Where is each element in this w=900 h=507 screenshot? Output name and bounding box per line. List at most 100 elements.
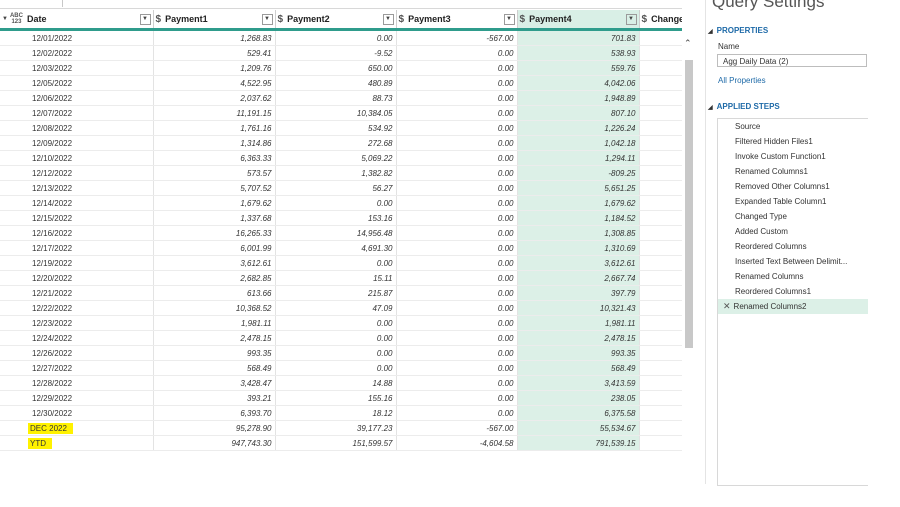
row-menu-icon[interactable]: ▼ <box>2 16 8 22</box>
filter-dropdown-icon[interactable]: ▼ <box>625 13 637 25</box>
payment-cell[interactable]: 993.35 <box>517 345 640 361</box>
filter-dropdown-icon[interactable]: ▼ <box>382 13 394 25</box>
payment-cell[interactable]: 2,478.15 <box>517 330 640 346</box>
payment-cell[interactable]: 0.00 <box>396 135 518 151</box>
payment-cell[interactable]: 1,314.86 <box>153 135 276 151</box>
currency-type-icon[interactable]: $ <box>278 14 284 25</box>
applied-step-item[interactable]: Renamed Columns1 <box>718 164 868 179</box>
payment-cell[interactable]: 1,679.62 <box>517 195 640 211</box>
payment-cell[interactable]: 5,069.22 <box>275 150 397 166</box>
payment-cell[interactable]: -4,604.58 <box>396 435 518 451</box>
payment-cell[interactable]: 568.49 <box>517 360 640 376</box>
table-row[interactable]: 12/13/2022 5,707.52 56.27 0.00 5,651.25 <box>0 180 682 196</box>
payment-cell[interactable]: 0.00 <box>396 390 518 406</box>
table-row[interactable]: 12/29/2022 393.21 155.16 0.00 238.05 <box>0 390 682 406</box>
payment-cell[interactable]: 559.76 <box>517 60 640 76</box>
payment-cell[interactable]: 10,384.05 <box>275 105 397 121</box>
payment-cell[interactable]: 0.00 <box>396 285 518 301</box>
change-cell[interactable] <box>639 285 682 301</box>
date-cell[interactable]: 12/19/2022 <box>0 255 154 271</box>
table-row[interactable]: 12/14/2022 1,679.62 0.00 0.00 1,679.62 <box>0 195 682 211</box>
payment-cell[interactable]: 238.05 <box>517 390 640 406</box>
date-cell[interactable]: 12/09/2022 <box>0 135 154 151</box>
payment-cell[interactable]: 393.21 <box>153 390 276 406</box>
table-row[interactable]: 12/19/2022 3,612.61 0.00 0.00 3,612.61 <box>0 255 682 271</box>
filter-dropdown-icon[interactable]: ▼ <box>139 13 151 25</box>
payment-cell[interactable]: 155.16 <box>275 390 397 406</box>
payment-cell[interactable]: 2,478.15 <box>153 330 276 346</box>
change-cell[interactable] <box>639 420 682 436</box>
payment-cell[interactable]: 650.00 <box>275 60 397 76</box>
table-row[interactable]: 12/08/2022 1,761.16 534.92 0.00 1,226.24 <box>0 120 682 136</box>
date-cell[interactable]: 12/21/2022 <box>0 285 154 301</box>
payment-cell[interactable]: 0.00 <box>396 90 518 106</box>
column-header-change-in[interactable]: $ Change in <box>639 10 682 31</box>
table-row[interactable]: 12/02/2022 529.41 -9.52 0.00 538.93 <box>0 45 682 61</box>
payment-cell[interactable]: 1,310.69 <box>517 240 640 256</box>
payment-cell[interactable]: 3,428.47 <box>153 375 276 391</box>
change-cell[interactable] <box>639 405 682 421</box>
payment-cell[interactable]: 0.00 <box>396 375 518 391</box>
summary-row[interactable]: DEC 2022 95,278.90 39,177.23 -567.00 55,534.… <box>0 420 682 436</box>
properties-section-header[interactable]: ◢ PROPERTIES <box>708 26 768 35</box>
change-cell[interactable] <box>639 60 682 76</box>
payment-cell[interactable]: 2,037.62 <box>153 90 276 106</box>
column-header-date[interactable]: ▼ ABC 123 Date ▼ <box>0 10 154 31</box>
filter-dropdown-icon[interactable]: ▼ <box>503 13 515 25</box>
payment-cell[interactable]: 3,413.59 <box>517 375 640 391</box>
payment-cell[interactable]: 0.00 <box>275 29 397 46</box>
payment-cell[interactable]: 0.00 <box>396 360 518 376</box>
applied-step-item[interactable]: ✕ Renamed Columns2 <box>718 299 868 314</box>
payment-cell[interactable]: 5,651.25 <box>517 180 640 196</box>
payment-cell[interactable]: -809.25 <box>517 165 640 181</box>
payment-cell[interactable]: 88.73 <box>275 90 397 106</box>
date-cell[interactable]: 12/05/2022 <box>0 75 154 91</box>
table-row[interactable]: 12/17/2022 6,001.99 4,691.30 0.00 1,310.69 <box>0 240 682 256</box>
payment-cell[interactable]: 1,382.82 <box>275 165 397 181</box>
payment-cell[interactable]: 538.93 <box>517 45 640 61</box>
payment-cell[interactable]: 0.00 <box>396 60 518 76</box>
date-cell[interactable]: DEC 2022 <box>0 420 154 436</box>
date-cell[interactable]: 12/08/2022 <box>0 120 154 136</box>
table-row[interactable]: 12/20/2022 2,682.85 15.11 0.00 2,667.74 <box>0 270 682 286</box>
column-header-payment2[interactable]: $ Payment2 ▼ <box>275 10 397 31</box>
payment-cell[interactable]: 0.00 <box>396 225 518 241</box>
table-row[interactable]: 12/09/2022 1,314.86 272.68 0.00 1,042.18 <box>0 135 682 151</box>
date-cell[interactable]: 12/13/2022 <box>0 180 154 196</box>
table-row[interactable]: 12/06/2022 2,037.62 88.73 0.00 1,948.89 <box>0 90 682 106</box>
table-row[interactable]: 12/28/2022 3,428.47 14.88 0.00 3,413.59 <box>0 375 682 391</box>
payment-cell[interactable]: 2,667.74 <box>517 270 640 286</box>
change-cell[interactable] <box>639 375 682 391</box>
change-cell[interactable] <box>639 315 682 331</box>
table-row[interactable]: 12/22/2022 10,368.52 47.09 0.00 10,321.43 <box>0 300 682 316</box>
payment-cell[interactable]: 947,743.30 <box>153 435 276 451</box>
payment-cell[interactable]: 807.10 <box>517 105 640 121</box>
payment-cell[interactable]: 397.79 <box>517 285 640 301</box>
date-cell[interactable]: 12/01/2022 <box>0 29 154 46</box>
payment-cell[interactable]: 0.00 <box>396 195 518 211</box>
change-cell[interactable] <box>639 75 682 91</box>
table-row[interactable]: 12/07/2022 11,191.15 10,384.05 0.00 807.10 <box>0 105 682 121</box>
applied-step-item[interactable]: Changed Type <box>718 209 868 224</box>
change-cell[interactable] <box>639 45 682 61</box>
payment-cell[interactable]: 534.92 <box>275 120 397 136</box>
date-cell[interactable]: 12/28/2022 <box>0 375 154 391</box>
payment-cell[interactable]: 0.00 <box>275 345 397 361</box>
table-row[interactable]: 12/23/2022 1,981.11 0.00 0.00 1,981.11 <box>0 315 682 331</box>
currency-type-icon[interactable]: $ <box>399 14 405 25</box>
payment-cell[interactable]: 0.00 <box>275 195 397 211</box>
payment-cell[interactable]: 55,534.67 <box>517 420 640 436</box>
payment-cell[interactable]: 1,981.11 <box>517 315 640 331</box>
payment-cell[interactable]: 151,599.57 <box>275 435 397 451</box>
change-cell[interactable] <box>639 180 682 196</box>
payment-cell[interactable]: -567.00 <box>396 29 518 46</box>
table-row[interactable]: 12/15/2022 1,337.68 153.16 0.00 1,184.52 <box>0 210 682 226</box>
change-cell[interactable] <box>639 300 682 316</box>
currency-type-icon[interactable]: $ <box>520 14 526 25</box>
payment-cell[interactable]: 95,278.90 <box>153 420 276 436</box>
column-header-payment4[interactable]: $ Payment4 ▼ <box>517 10 640 31</box>
payment-cell[interactable]: 573.57 <box>153 165 276 181</box>
applied-step-item[interactable]: Reordered Columns <box>718 239 868 254</box>
date-cell[interactable]: 12/17/2022 <box>0 240 154 256</box>
table-row[interactable]: 12/21/2022 613.66 215.87 0.00 397.79 <box>0 285 682 301</box>
